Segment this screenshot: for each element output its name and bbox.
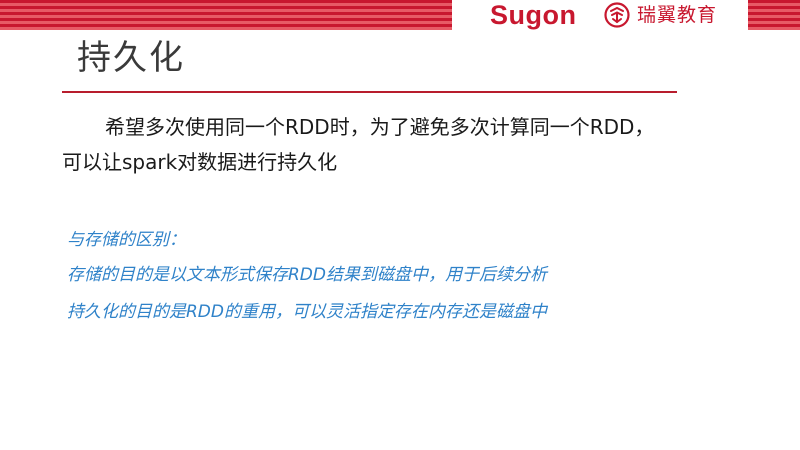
sugon-logo: Sugon (490, 0, 577, 30)
note-heading: 与存储的区别： (67, 230, 186, 250)
ruiyi-logo-text: 瑞翼教育 (637, 4, 718, 26)
title-underline (62, 91, 677, 93)
body-paragraph: 希望多次使用同一个RDD时，为了避免多次计算同一个RDD， 可以让spark对数… (62, 110, 762, 180)
ruiyi-logo: 瑞翼教育 (604, 1, 717, 29)
slide-title: 持久化 (77, 38, 185, 78)
note-line-persistence: 持久化的目的是RDD的重用，可以灵活指定存在内存还是磁盘中 (67, 302, 547, 322)
ruiyi-logo-icon (604, 2, 630, 28)
header-stripe-right (748, 0, 800, 30)
slide: Sugon 瑞翼教育 持久化 希望多次使用同一个RDD时，为了避免多次计算同一个… (0, 0, 800, 450)
note-line-storage: 存储的目的是以文本形式保存RDD结果到磁盘中，用于后续分析 (67, 265, 547, 285)
header-stripe-left (0, 0, 452, 30)
paragraph-line-1: 希望多次使用同一个RDD时，为了避免多次计算同一个RDD， (105, 115, 655, 139)
paragraph-line-2: 可以让spark对数据进行持久化 (62, 150, 338, 174)
